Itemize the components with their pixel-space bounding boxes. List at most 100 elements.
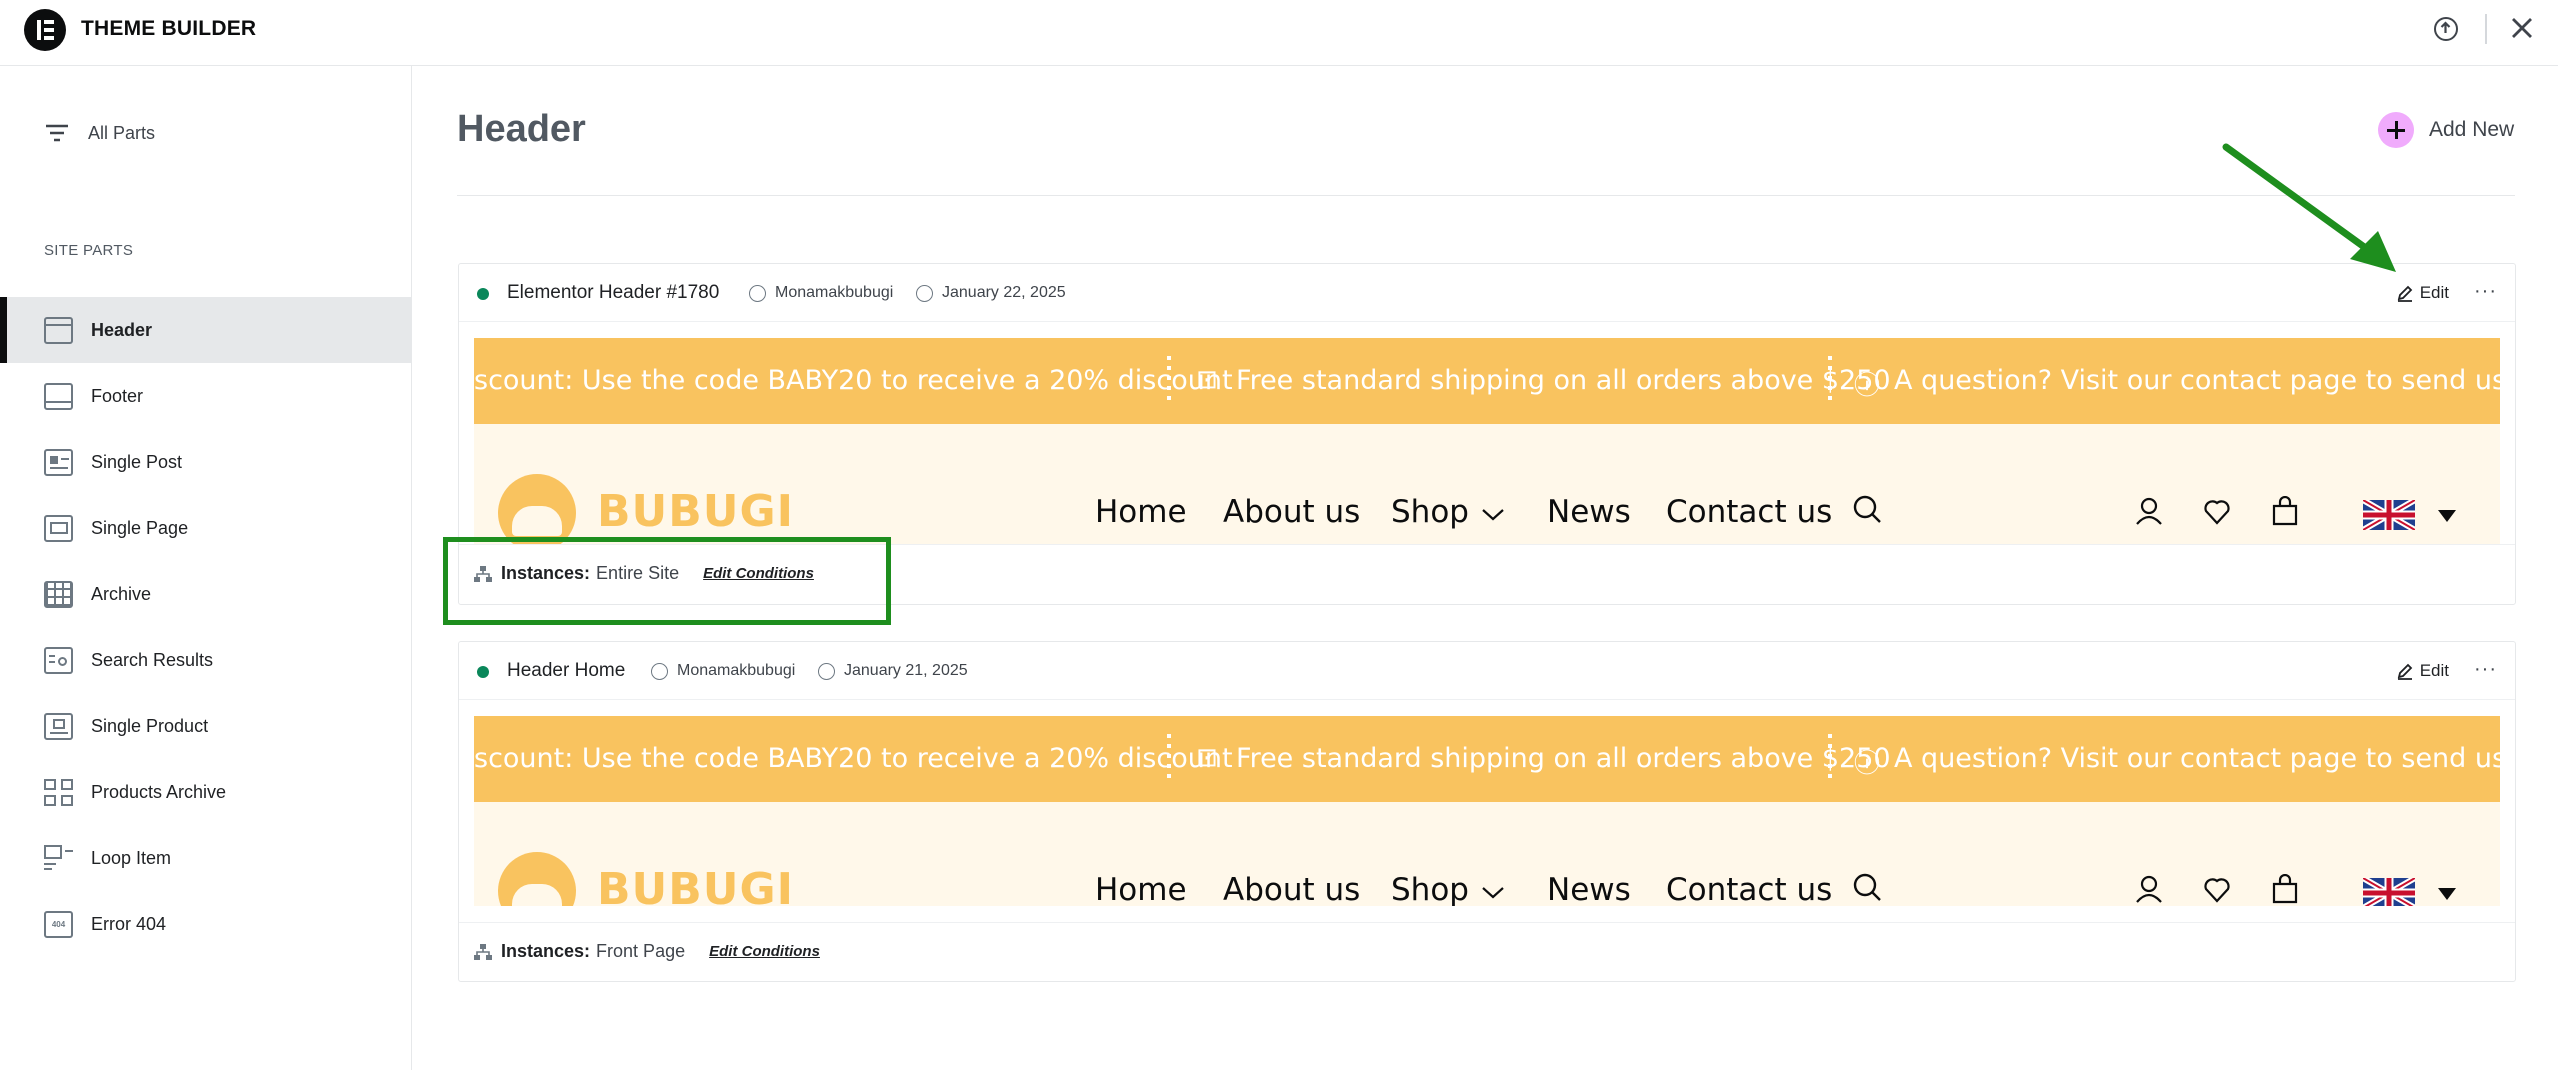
user-icon — [2136, 497, 2162, 525]
bag-icon: ⊡ — [1196, 365, 1218, 395]
loop-item-icon — [44, 844, 73, 872]
annotation-arrow-icon — [2222, 143, 2396, 272]
promo-text-question: A question? Visit our contact page to se… — [1894, 365, 2500, 396]
help-icon[interactable] — [2434, 17, 2458, 41]
single-product-icon — [44, 712, 73, 740]
search-icon — [1853, 495, 1881, 523]
promo-bar: scount: Use the code BABY20 to receive a… — [474, 338, 2500, 424]
single-post-icon — [44, 448, 73, 476]
brand-name: BUBUGI — [597, 864, 795, 906]
user-icon — [2136, 875, 2162, 903]
promo-divider — [1167, 356, 1171, 406]
pencil-icon — [2397, 285, 2412, 302]
modified-date: January 22, 2025 — [942, 284, 1066, 301]
status-dot — [477, 666, 489, 678]
card-footer: Instances: Front Page Edit Conditions — [459, 922, 2515, 982]
footer-icon — [44, 382, 73, 410]
sidebar-item-label: Loop Item — [91, 847, 172, 868]
sidebar-item-loop-item[interactable]: Loop Item — [0, 825, 412, 891]
menu-news: News — [1547, 872, 1631, 906]
template-preview[interactable]: scount: Use the code BABY20 to receive a… — [474, 716, 2500, 906]
promo-text-question: A question? Visit our contact page to se… — [1894, 743, 2500, 774]
edit-conditions-link[interactable]: Edit Conditions — [709, 943, 820, 960]
promo-text-shipping: Free standard shipping on all orders abo… — [1236, 743, 1891, 774]
promo-divider — [1828, 734, 1832, 784]
sidebar-item-label: Archive — [91, 583, 152, 604]
template-name: Header Home — [507, 660, 626, 681]
user-icon — [651, 662, 668, 680]
uk-flag-icon — [2363, 878, 2415, 906]
sidebar-item-single-page[interactable]: Single Page — [0, 495, 412, 561]
sidebar-item-products-archive[interactable]: Products Archive — [0, 759, 412, 825]
template-card: Header Home Monamakbubugi January 21, 20… — [458, 641, 2516, 982]
sidebar-item-label: Header — [91, 319, 153, 340]
question-icon: ⓘ — [1854, 749, 1881, 779]
chevron-down-icon — [1482, 887, 1504, 899]
uk-flag-icon — [2363, 500, 2415, 530]
more-options-icon[interactable]: ··· — [2474, 658, 2497, 681]
edit-button[interactable]: Edit — [2396, 283, 2449, 303]
sidebar-item-single-post[interactable]: Single Post — [0, 429, 412, 495]
site-parts-heading: SITE PARTS — [44, 242, 134, 259]
cart-icon — [2272, 496, 2298, 526]
sitemap-icon — [474, 943, 492, 960]
add-new-label: Add New — [2429, 118, 2515, 141]
site-parts-nav: Header Footer Single Post Single Page Ar… — [0, 297, 412, 957]
edit-button[interactable]: Edit — [2396, 661, 2449, 681]
error-404-icon: 404 — [44, 910, 73, 938]
annotation-highlight-box — [443, 537, 891, 625]
user-icon — [749, 284, 766, 302]
sidebar-item-label: Single Page — [91, 517, 189, 538]
sidebar-item-search-results[interactable]: Search Results — [0, 627, 412, 693]
sidebar-item-header[interactable]: Header — [0, 297, 412, 363]
menu-shop: Shop — [1391, 872, 1469, 906]
sidebar-item-label: Footer — [91, 385, 144, 406]
instances-label: Instances: — [501, 941, 591, 961]
caret-down-icon — [2438, 510, 2456, 522]
cart-icon — [2272, 874, 2298, 904]
brand-logo-icon — [498, 474, 576, 544]
template-preview[interactable]: scount: Use the code BABY20 to receive a… — [474, 338, 2500, 544]
sidebar-item-label: Search Results — [91, 649, 214, 670]
template-name: Elementor Header #1780 — [507, 282, 720, 303]
filter-icon — [46, 124, 68, 142]
sidebar-item-single-product[interactable]: Single Product — [0, 693, 412, 759]
caret-down-icon — [2438, 888, 2456, 900]
date-meta: January 21, 2025 — [818, 662, 968, 680]
sidebar-item-label: Single Product — [91, 715, 209, 736]
promo-divider — [1828, 356, 1832, 406]
heart-icon — [2204, 500, 2230, 525]
promo-text-shipping: Free standard shipping on all orders abo… — [1236, 365, 1891, 396]
sidebar-item-error-404[interactable]: 404 Error 404 — [0, 891, 412, 957]
menu-home: Home — [1095, 494, 1187, 530]
menu-shop: Shop — [1391, 494, 1469, 530]
site-navbar: BUBUGI Home About us Shop News Contact u… — [474, 424, 2500, 544]
sidebar-item-footer[interactable]: Footer — [0, 363, 412, 429]
single-page-icon — [44, 514, 73, 542]
edit-label: Edit — [2419, 661, 2449, 680]
page-title: Header — [457, 108, 586, 150]
promo-text-discount: scount: Use the code BABY20 to receive a… — [474, 365, 1233, 396]
clock-icon — [916, 284, 933, 302]
promo-text-discount: scount: Use the code BABY20 to receive a… — [474, 743, 1233, 774]
status-dot — [477, 288, 489, 300]
sidebar-item-archive[interactable]: Archive — [0, 561, 412, 627]
card-header: Header Home Monamakbubugi January 21, 20… — [459, 642, 2515, 700]
brand-logo-icon — [498, 852, 576, 906]
search-icon — [1853, 873, 1881, 901]
all-parts-link[interactable]: All Parts — [44, 118, 155, 148]
more-options-icon[interactable]: ··· — [2474, 280, 2497, 303]
top-bar: THEME BUILDER — [0, 0, 2558, 66]
search-results-icon — [44, 646, 73, 674]
products-archive-icon — [44, 778, 73, 806]
elementor-logo-icon — [24, 9, 66, 51]
close-icon[interactable] — [2509, 15, 2535, 41]
menu-news: News — [1547, 494, 1631, 530]
sidebar-item-label: Error 404 — [91, 913, 167, 934]
heart-icon — [2204, 878, 2230, 903]
author-name: Monamakbubugi — [775, 284, 894, 301]
app-title: THEME BUILDER — [81, 17, 257, 40]
chevron-down-icon — [1482, 509, 1504, 521]
date-meta: January 22, 2025 — [916, 284, 1066, 302]
archive-icon — [44, 580, 73, 608]
